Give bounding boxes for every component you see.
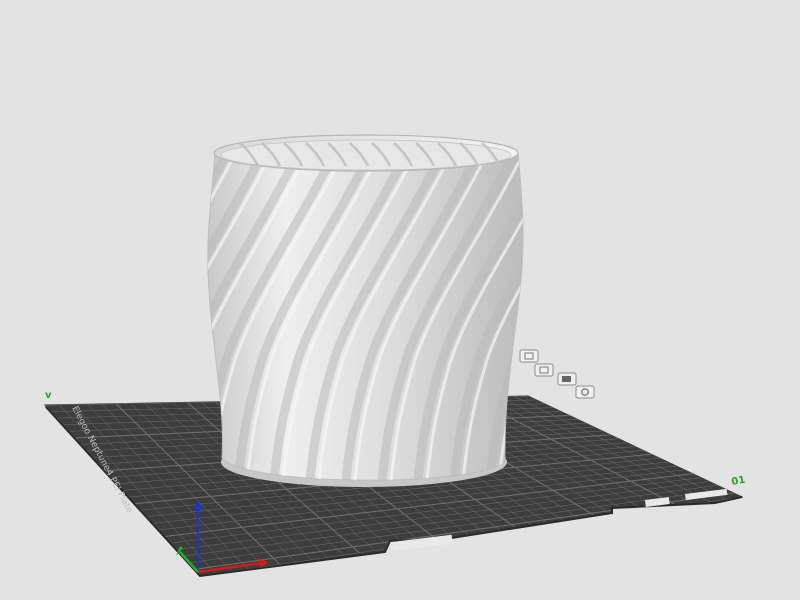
- plate-toolbar-icon-3[interactable]: [557, 372, 577, 386]
- scene-canvas[interactable]: Elegoo Neptune4 PEI Plate 01 v: [0, 0, 800, 600]
- plate-toolbar[interactable]: [519, 349, 595, 399]
- bed-corner-label-front-right: 01: [731, 475, 747, 488]
- plate-toolbar-icon-4[interactable]: [575, 385, 595, 399]
- 3d-viewport[interactable]: Elegoo Neptune4 PEI Plate 01 v: [0, 0, 800, 600]
- model-ridge-highlight: [606, 150, 741, 490]
- model-ridge: [633, 150, 768, 490]
- plate-toolbar-icon-2[interactable]: [534, 363, 554, 377]
- model-ridge-highlight: [642, 150, 777, 490]
- model-ridge: [0, 150, 84, 490]
- bed-corner-label-back-left: v: [45, 390, 52, 401]
- plate-toolbar-icon-1[interactable]: [519, 349, 539, 363]
